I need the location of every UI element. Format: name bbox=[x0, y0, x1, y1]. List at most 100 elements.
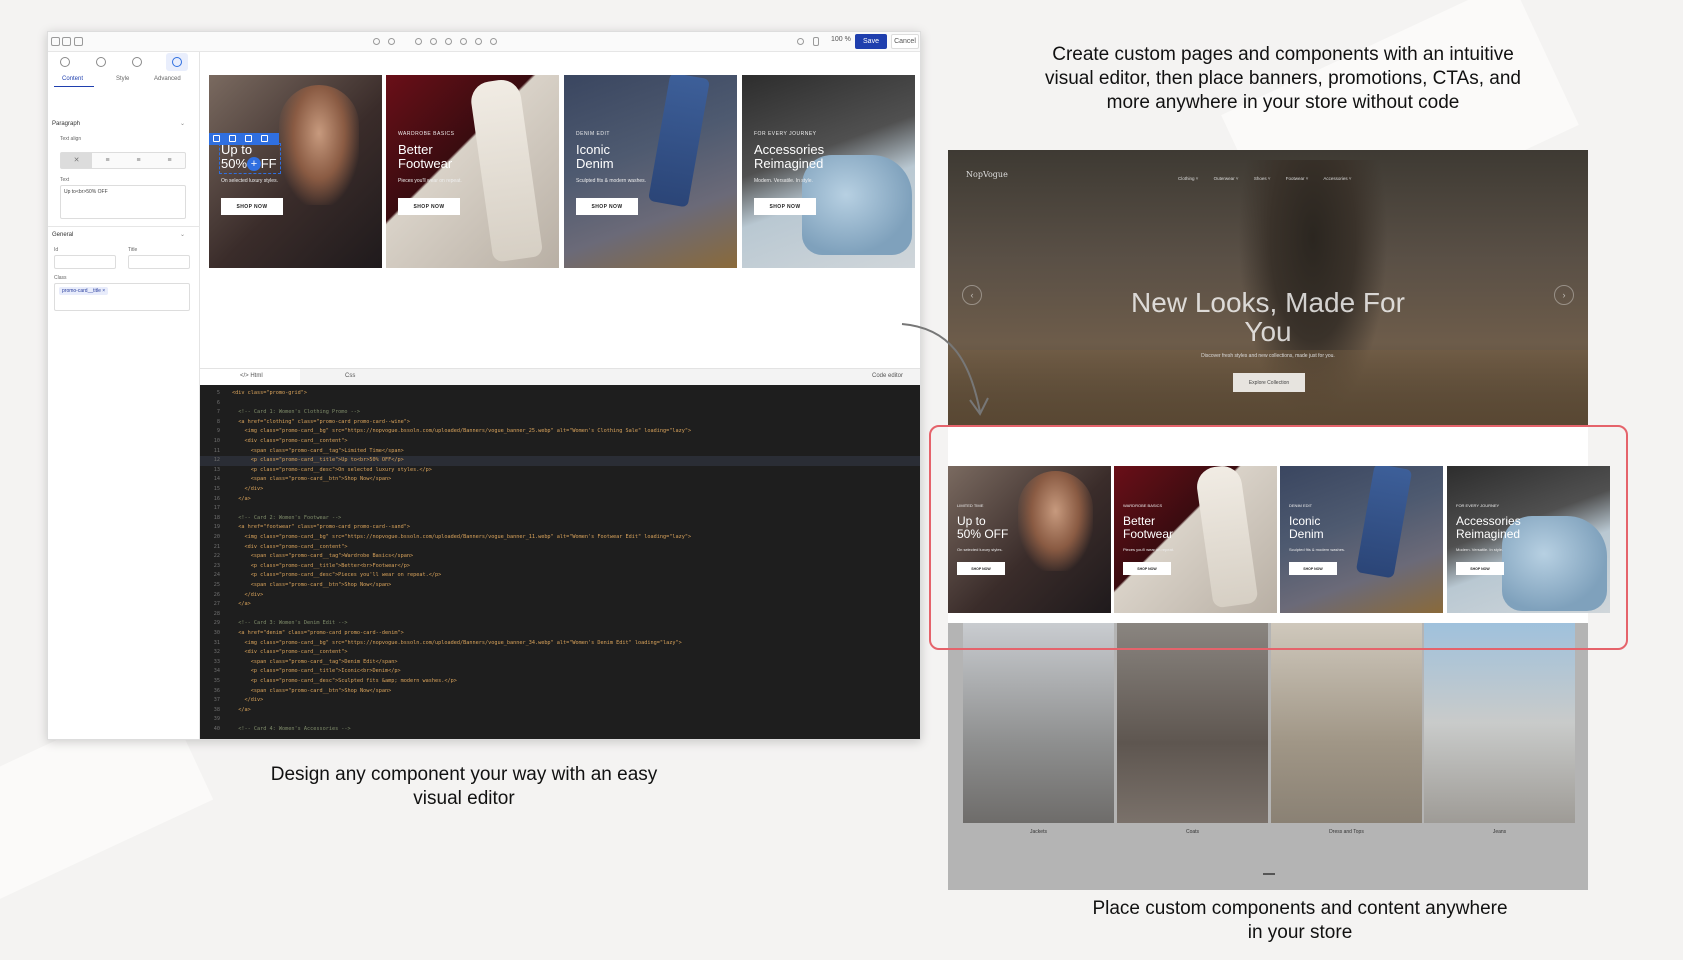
redo-icon[interactable] bbox=[388, 38, 395, 45]
promo-card-title[interactable]: Up to 50% OFF bbox=[221, 143, 341, 171]
code-line[interactable]: 28 bbox=[200, 610, 232, 620]
layout-icon[interactable] bbox=[51, 37, 60, 46]
code-line[interactable]: 13 <p class="promo-card__desc">On select… bbox=[200, 466, 432, 476]
id-field[interactable] bbox=[54, 255, 116, 269]
general-section-title[interactable]: General bbox=[52, 232, 73, 238]
code-line[interactable]: 29 <!-- Card 3: Women's Denim Edit --> bbox=[200, 619, 348, 629]
settings-icon[interactable] bbox=[475, 38, 482, 45]
zoom-level[interactable]: 100 % bbox=[831, 36, 851, 43]
preview-icon[interactable] bbox=[430, 38, 437, 45]
category-jeans-image[interactable] bbox=[1424, 623, 1575, 823]
device-icon[interactable] bbox=[415, 38, 422, 45]
chevron-down-icon[interactable]: ⌄ bbox=[180, 120, 185, 127]
save-button[interactable]: Save bbox=[855, 34, 887, 49]
tab-style[interactable]: Style bbox=[116, 76, 129, 82]
canvas-promo-card-footwear[interactable]: WARDROBE BASICS Better Footwear Pieces yo… bbox=[386, 75, 559, 268]
class-field[interactable]: promo-card__title × bbox=[54, 283, 190, 311]
category-coats-image[interactable] bbox=[1117, 623, 1268, 823]
code-line[interactable]: 5 <div class="promo-grid"> bbox=[200, 389, 307, 399]
copy-icon[interactable] bbox=[245, 135, 252, 142]
select-parent-icon[interactable] bbox=[229, 135, 236, 142]
align-center-button[interactable]: ≡ bbox=[123, 153, 154, 168]
category-dresses-image[interactable] bbox=[1271, 623, 1422, 823]
code-line[interactable]: 31 <img class="promo-card__bg" src="http… bbox=[200, 639, 682, 649]
code-line[interactable]: 24 <p class="promo-card__desc">Pieces yo… bbox=[200, 571, 442, 581]
code-line[interactable]: 11 <span class="promo-card__tag">Limited… bbox=[200, 447, 404, 457]
code-line[interactable]: 37 </div> bbox=[200, 696, 263, 706]
canvas-promo-card-denim[interactable]: DENIM EDIT Iconic Denim Sculpted fits & m… bbox=[564, 75, 737, 268]
code-line[interactable]: 26 </div> bbox=[200, 591, 263, 601]
code-line[interactable]: 38 </a> bbox=[200, 706, 251, 716]
nav-item[interactable]: Shoes ˅ bbox=[1254, 176, 1271, 181]
chevron-down-icon[interactable]: ⌄ bbox=[180, 231, 185, 238]
code-line[interactable]: 8 <a href="clothing" class="promo-card p… bbox=[200, 418, 410, 428]
category-label[interactable]: Jackets bbox=[963, 829, 1114, 835]
code-line[interactable]: 36 <span class="promo-card__btn">Shop No… bbox=[200, 687, 392, 697]
code-line[interactable]: 33 <span class="promo-card__tag">Denim E… bbox=[200, 658, 398, 668]
code-line[interactable]: 22 <span class="promo-card__tag">Wardrob… bbox=[200, 552, 413, 562]
code-line[interactable]: 27 </a> bbox=[200, 600, 251, 610]
code-line[interactable]: 30 <a href="denim" class="promo-card pro… bbox=[200, 629, 404, 639]
code-icon[interactable] bbox=[460, 38, 467, 45]
code-editor-toggle[interactable]: Code editor bbox=[872, 373, 903, 379]
code-line[interactable]: 34 <p class="promo-card__title">Iconic<b… bbox=[200, 667, 401, 677]
layers-icon[interactable] bbox=[60, 57, 70, 67]
settings-gear-icon[interactable] bbox=[797, 38, 804, 45]
tab-advanced[interactable]: Advanced bbox=[154, 76, 181, 82]
shop-now-button[interactable]: SHOP NOW bbox=[576, 198, 638, 215]
promo-card-title[interactable]: Iconic Denim bbox=[576, 143, 696, 171]
delete-icon[interactable] bbox=[261, 135, 268, 142]
panel-icon[interactable] bbox=[62, 37, 71, 46]
move-icon[interactable] bbox=[213, 135, 220, 142]
code-line[interactable]: 14 <span class="promo-card__btn">Shop No… bbox=[200, 475, 392, 485]
database-icon[interactable] bbox=[96, 57, 106, 67]
code-line[interactable]: 9 <img class="promo-card__bg" src="https… bbox=[200, 427, 691, 437]
blocks-icon[interactable] bbox=[132, 57, 142, 67]
download-icon[interactable] bbox=[490, 38, 497, 45]
title-field[interactable] bbox=[128, 255, 190, 269]
grid-icon[interactable] bbox=[74, 37, 83, 46]
shop-now-button[interactable]: SHOP NOW bbox=[754, 198, 816, 215]
nav-item[interactable]: Outerwear ˅ bbox=[1214, 176, 1239, 181]
store-logo[interactable]: NopVogue bbox=[966, 170, 1008, 179]
fullscreen-icon[interactable] bbox=[445, 38, 452, 45]
code-line[interactable]: 10 <div class="promo-card__content"> bbox=[200, 437, 348, 447]
code-line[interactable]: 40 <!-- Card 4: Women's Accessories --> bbox=[200, 725, 351, 735]
tab-css[interactable]: Css bbox=[345, 373, 355, 379]
tab-html[interactable]: </> Html bbox=[240, 373, 263, 379]
code-line[interactable]: 21 <div class="promo-card__content"> bbox=[200, 543, 348, 553]
explore-collection-button[interactable]: Explore Collection bbox=[1233, 373, 1305, 392]
code-line[interactable]: 25 <span class="promo-card__btn">Shop No… bbox=[200, 581, 392, 591]
align-left-button[interactable]: ≡ bbox=[92, 153, 123, 168]
promo-card-title[interactable]: Accessories Reimagined bbox=[754, 143, 874, 171]
undo-icon[interactable] bbox=[373, 38, 380, 45]
code-line[interactable]: 18 <!-- Card 2: Women's Footwear --> bbox=[200, 514, 342, 524]
shop-now-button[interactable]: SHOP NOW bbox=[221, 198, 283, 215]
category-jackets-image[interactable] bbox=[963, 623, 1114, 823]
paragraph-section-title[interactable]: Paragraph bbox=[52, 121, 80, 127]
tab-content[interactable]: Content bbox=[62, 76, 83, 82]
code-line[interactable]: 32 <div class="promo-card__content"> bbox=[200, 648, 348, 658]
add-element-icon[interactable]: + bbox=[247, 157, 261, 171]
code-line[interactable]: 20 <img class="promo-card__bg" src="http… bbox=[200, 533, 691, 543]
code-line[interactable]: 7 <!-- Card 1: Women's Clothing Promo --… bbox=[200, 408, 360, 418]
code-line[interactable]: 15 </div> bbox=[200, 485, 263, 495]
promo-card-title[interactable]: Better Footwear bbox=[398, 143, 518, 171]
code-line[interactable]: 17 bbox=[200, 504, 232, 514]
nav-item[interactable]: Clothing ˅ bbox=[1178, 176, 1198, 181]
category-label[interactable]: Dress and Tops bbox=[1271, 829, 1422, 835]
code-line[interactable]: 39 bbox=[200, 715, 232, 725]
shop-now-button[interactable]: SHOP NOW bbox=[398, 198, 460, 215]
code-line[interactable]: 12 <p class="promo-card__title">Up to<br… bbox=[200, 456, 920, 466]
category-label[interactable]: Jeans bbox=[1424, 829, 1575, 835]
align-right-button[interactable]: ≡ bbox=[154, 153, 185, 168]
canvas-promo-card-clothing[interactable]: Up to 50% OFF + On selected luxury styles… bbox=[209, 75, 382, 268]
code-line[interactable]: 23 <p class="promo-card__title">Better<b… bbox=[200, 562, 410, 572]
chevron-left-icon[interactable]: ‹ bbox=[962, 285, 982, 305]
text-field[interactable]: Up to<br>50% OFF bbox=[60, 185, 186, 219]
gear-icon[interactable] bbox=[172, 57, 182, 67]
nav-item[interactable]: Footwear ˅ bbox=[1286, 176, 1309, 181]
align-none-button[interactable]: ✕ bbox=[61, 153, 92, 168]
code-line[interactable]: 16 </a> bbox=[200, 495, 251, 505]
code-line[interactable]: 6 bbox=[200, 399, 232, 409]
